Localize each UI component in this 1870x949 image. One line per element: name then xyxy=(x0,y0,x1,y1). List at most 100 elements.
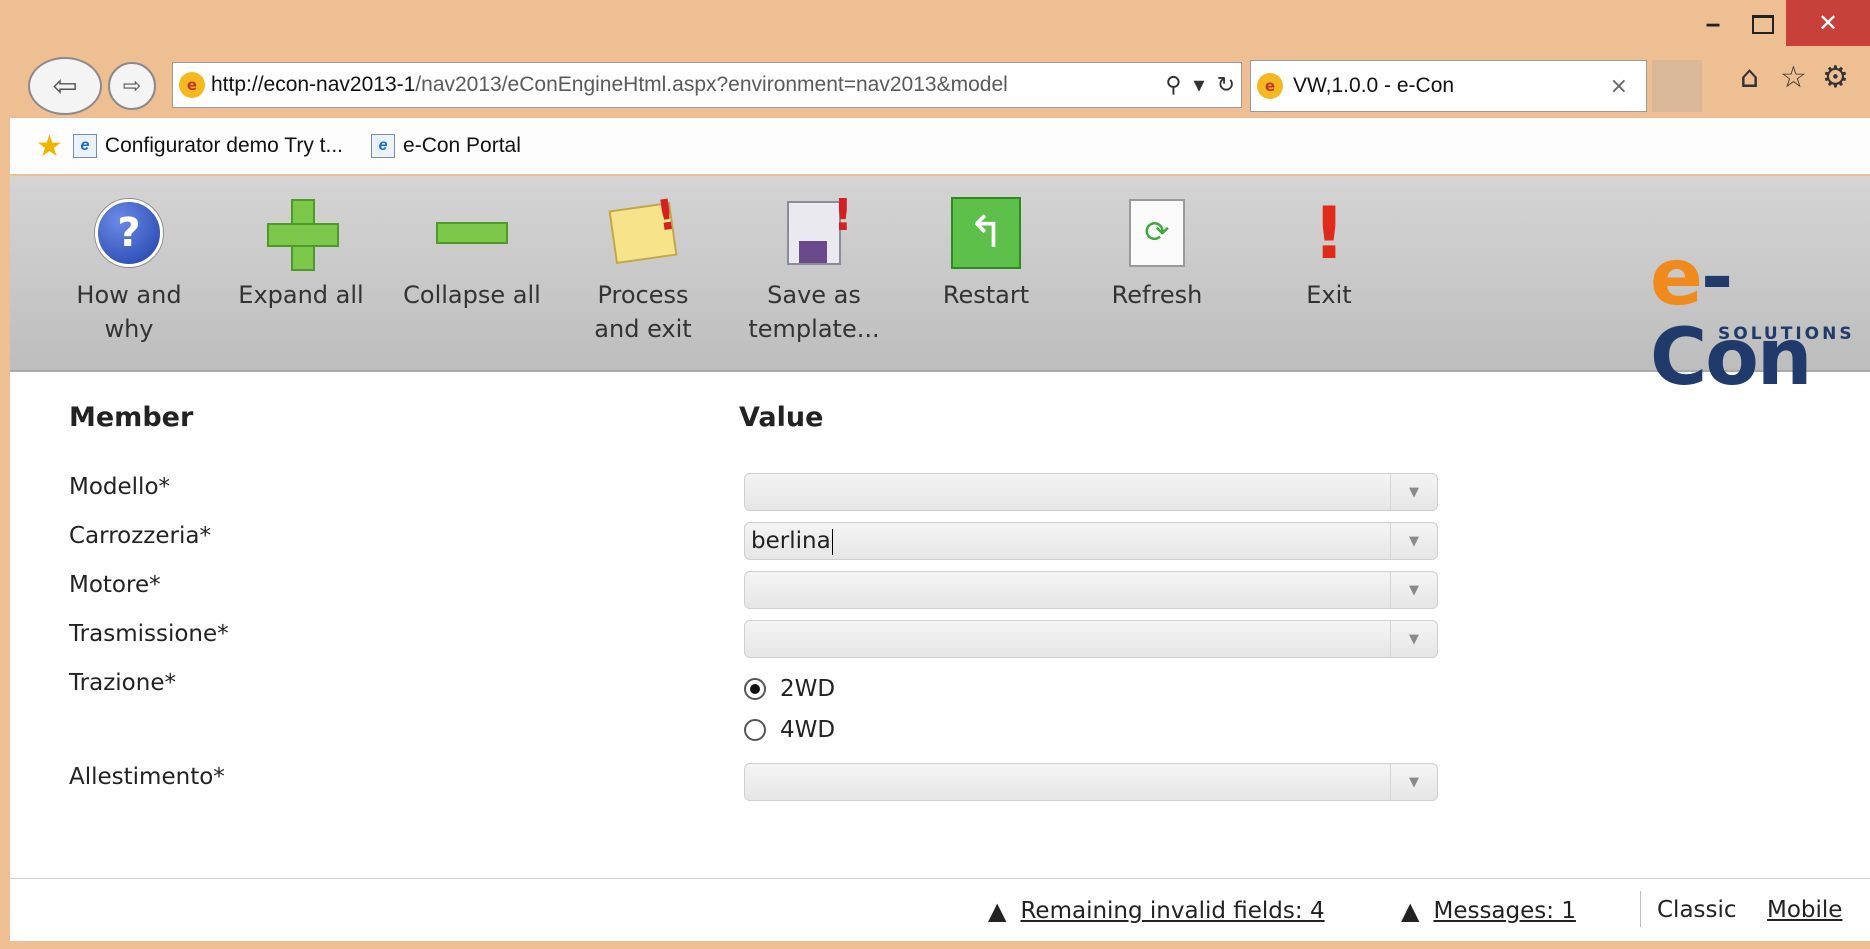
exit-icon: ! xyxy=(1312,191,1346,275)
toolbar-button-label: Exit xyxy=(1306,281,1352,309)
mobile-view-link[interactable]: Mobile xyxy=(1767,897,1842,923)
logo-subtitle: SOLUTIONS xyxy=(1718,324,1855,344)
refresh-icon: ⟳ xyxy=(1129,199,1185,267)
process-and-exit-button[interactable]: Process and exit xyxy=(568,194,718,346)
motore-label: Motore* xyxy=(69,572,161,598)
forward-button[interactable]: ⇨ xyxy=(108,62,156,110)
radio-label: 2WD xyxy=(780,676,836,702)
toolbar-button-label: Save as template... xyxy=(748,281,880,343)
refresh-page-icon[interactable]: ↻ xyxy=(1211,73,1241,98)
chevron-down-icon[interactable]: ▼ xyxy=(1390,474,1437,510)
radio-unselected-icon xyxy=(744,719,766,741)
tab-close-icon[interactable]: × xyxy=(1610,74,1628,99)
favorite-link-configurator-demo[interactable]: e Configurator demo Try t... xyxy=(72,134,344,158)
logo-e: e xyxy=(1650,233,1703,323)
trazione-radio-2wd[interactable]: 2WD xyxy=(744,676,835,702)
restart-button[interactable]: ↰ Restart xyxy=(911,194,1061,312)
remaining-invalid-fields-text: Remaining invalid fields: 4 xyxy=(1020,898,1325,924)
browser-tab[interactable]: e VW,1.0.0 - e-Con × xyxy=(1250,60,1647,112)
collapse-all-button[interactable]: Collapse all xyxy=(397,194,547,312)
econ-solutions-logo: e-Con SOLUTIONS xyxy=(1650,238,1870,398)
toolbar-button-label: Collapse all xyxy=(403,281,541,309)
maximize-button[interactable] xyxy=(1740,0,1786,48)
save-as-template-button[interactable]: Save as template... xyxy=(739,194,889,346)
restart-icon: ↰ xyxy=(951,197,1021,269)
chevron-down-icon[interactable]: ▼ xyxy=(1390,621,1437,657)
exit-button[interactable]: ! Exit xyxy=(1254,194,1404,312)
trazione-radio-4wd[interactable]: 4WD xyxy=(744,717,835,743)
save-icon xyxy=(787,199,853,265)
motore-select[interactable]: ▼ xyxy=(744,571,1438,609)
messages-text: Messages: 1 xyxy=(1433,898,1576,924)
address-dropdown-icon[interactable]: ▾ xyxy=(1188,73,1211,98)
note-icon xyxy=(608,201,678,265)
classic-view-label: Classic xyxy=(1657,897,1737,923)
url-path: /nav2013/eConEngineHtml.aspx?environment… xyxy=(415,73,1008,96)
carrozzeria-select[interactable]: berlina ▼ xyxy=(744,522,1438,560)
remaining-invalid-fields-link[interactable]: ▲ Remaining invalid fields: 4 xyxy=(988,897,1325,925)
value-column-header: Value xyxy=(739,402,824,433)
warning-icon: ▲ xyxy=(988,897,1007,925)
toolbar-button-label: Process and exit xyxy=(594,281,692,343)
address-bar[interactable]: e http://econ-nav2013-1/nav2013/eConEngi… xyxy=(172,62,1242,108)
toolbar-button-label: Expand all xyxy=(238,281,364,309)
ie-page-icon: e xyxy=(72,134,97,158)
tab-favicon-icon: e xyxy=(1257,73,1283,99)
status-divider xyxy=(1640,891,1641,927)
favorite-link-econ-portal[interactable]: e e-Con Portal xyxy=(371,134,521,158)
forward-arrow-icon: ⇨ xyxy=(122,73,142,99)
carrozzeria-value: berlina xyxy=(751,528,831,554)
minus-icon xyxy=(436,222,508,244)
toolbar-button-label: How and why xyxy=(76,281,182,343)
close-icon: ✕ xyxy=(1817,9,1839,37)
tab-title: VW,1.0.0 - e-Con xyxy=(1293,74,1455,97)
close-window-button[interactable]: ✕ xyxy=(1786,0,1870,46)
browser-window: ‒ ✕ ⇦ ⇨ e http://econ-nav2013-1/nav2013/… xyxy=(0,0,1870,949)
minimize-icon: ‒ xyxy=(1705,11,1721,37)
toolbar-button-label: Restart xyxy=(942,281,1030,309)
expand-all-button[interactable]: Expand all xyxy=(226,194,376,312)
toolbar: ? How and why Expand all Collapse all Pr… xyxy=(10,176,1870,398)
back-arrow-icon: ⇦ xyxy=(52,68,78,104)
modello-label: Modello* xyxy=(69,474,171,500)
ie-page-icon: e xyxy=(371,134,396,158)
how-and-why-button[interactable]: ? How and why xyxy=(54,194,204,346)
home-icon[interactable]: ⌂ xyxy=(1740,60,1759,95)
radio-selected-icon xyxy=(744,678,766,700)
member-column-header: Member xyxy=(69,402,194,433)
url-text[interactable]: http://econ-nav2013-1/nav2013/eConEngine… xyxy=(211,73,1159,97)
modello-select[interactable]: ▼ xyxy=(744,473,1438,511)
warning-icon: ▲ xyxy=(1401,897,1420,925)
favorite-label: Configurator demo Try t... xyxy=(104,134,344,157)
minimize-button[interactable]: ‒ xyxy=(1690,0,1736,48)
chevron-down-icon[interactable]: ▼ xyxy=(1390,572,1437,608)
configurator-page: ? How and why Expand all Collapse all Pr… xyxy=(10,176,1870,941)
site-favicon-icon: e xyxy=(179,72,205,98)
favorites-star-icon[interactable]: ☆ xyxy=(1780,60,1807,95)
favorites-bar: ★ e Configurator demo Try t... e e-Con P… xyxy=(10,118,1870,174)
text-caret xyxy=(831,528,833,555)
trasmissione-select[interactable]: ▼ xyxy=(744,620,1438,658)
plus-icon xyxy=(267,199,339,271)
favorites-add-icon[interactable]: ★ xyxy=(36,129,63,164)
carrozzeria-label: Carrozzeria* xyxy=(69,523,211,549)
chevron-down-icon[interactable]: ▼ xyxy=(1390,764,1437,800)
allestimento-select[interactable]: ▼ xyxy=(744,763,1438,801)
maximize-icon xyxy=(1752,14,1774,34)
gear-icon[interactable]: ⚙ xyxy=(1822,60,1849,95)
radio-label: 4WD xyxy=(780,717,836,743)
url-host: http://econ-nav2013-1 xyxy=(211,73,416,96)
allestimento-label: Allestimento* xyxy=(69,764,225,790)
refresh-button[interactable]: ⟳ Refresh xyxy=(1082,194,1232,312)
new-tab-button[interactable] xyxy=(1652,60,1702,112)
trasmissione-label: Trasmissione* xyxy=(69,621,229,647)
messages-link[interactable]: ▲ Messages: 1 xyxy=(1401,897,1576,925)
chevron-down-icon[interactable]: ▼ xyxy=(1390,523,1437,559)
help-icon: ? xyxy=(95,199,163,267)
trazione-label: Trazione* xyxy=(69,670,176,696)
favorite-label: e-Con Portal xyxy=(403,134,521,157)
status-bar: ▲ Remaining invalid fields: 4 ▲ Messages… xyxy=(10,878,1870,941)
search-icon[interactable]: ⚲ xyxy=(1159,73,1187,98)
back-button[interactable]: ⇦ xyxy=(28,57,102,115)
toolbar-button-label: Refresh xyxy=(1111,281,1203,309)
